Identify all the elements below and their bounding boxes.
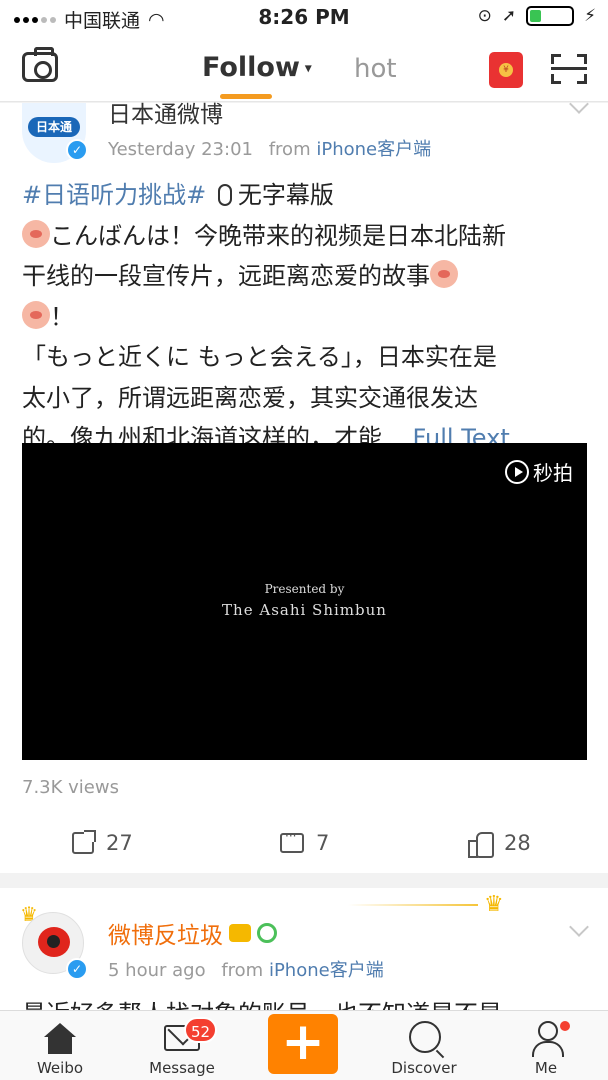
location-icon: ➚ [501, 6, 517, 26]
post-actions: 27 7 28 [0, 825, 608, 865]
video-caption-main: The Asahi Shimbun [222, 601, 387, 619]
emoji-icon [430, 260, 458, 288]
unread-badge: 52 [184, 1017, 218, 1043]
crown-icon: ♛ [484, 892, 504, 917]
tab-hot[interactable]: hot [354, 54, 397, 84]
notification-dot [560, 1021, 570, 1031]
video-player[interactable]: 秒拍 Presented by The Asahi Shimbun [22, 443, 587, 760]
post-card[interactable]: 日本通 ✓ 日本通微博 Yesterday 23:01 from iPhone客… [0, 94, 608, 873]
tab-label: Me [534, 1059, 558, 1077]
verified-badge-icon: ✓ [66, 139, 88, 161]
author-name-group[interactable]: 微博反垃圾 [108, 916, 277, 950]
tab-label: Weibo [36, 1059, 84, 1077]
camera-icon[interactable] [22, 47, 58, 82]
post-meta: Yesterday 23:01 from iPhone客户端 [108, 135, 431, 161]
tab-follow[interactable]: Follow ▾ [202, 52, 312, 83]
search-icon [409, 1021, 441, 1053]
caret-down-icon: ▾ [299, 60, 312, 77]
battery-icon [526, 6, 575, 26]
bottom-tab-bar: Weibo 52 Message + Discover Me [0, 1010, 608, 1080]
tab-discover[interactable]: Discover [374, 1011, 474, 1080]
microphone-icon [217, 184, 232, 206]
comment-count: 7 [316, 831, 330, 855]
weibo-eye-logo [38, 927, 70, 957]
miaopai-logo: 秒拍 [505, 457, 573, 486]
vip-decoration [348, 904, 478, 906]
thumbs-up-icon [468, 832, 494, 858]
post-time: 5 hour ago [108, 960, 206, 981]
video-caption-top: Presented by [264, 582, 345, 596]
post-time: Yesterday 23:01 [108, 139, 253, 160]
comment-icon [280, 829, 304, 853]
from-label: from [221, 960, 264, 981]
text-line: こんばんは！今晚带来的视频是日本北陆新 [50, 221, 506, 250]
repost-icon [72, 830, 96, 854]
green-check-badge-icon [257, 923, 277, 943]
repost-count: 27 [106, 831, 133, 855]
tab-label: Discover [391, 1059, 457, 1077]
active-tab-indicator [220, 94, 272, 99]
tab-label: Message [149, 1059, 215, 1077]
compose-button[interactable]: + [268, 1014, 338, 1074]
text-line: 干线的一段宣传片，远距离恋爱的故事 [22, 262, 430, 290]
text-line: ！ [50, 302, 74, 331]
chevron-down-icon[interactable] [569, 917, 589, 937]
scan-icon[interactable] [551, 54, 587, 84]
top-nav: Follow ▾ hot ¥ [0, 36, 608, 102]
verified-badge-icon: ✓ [66, 958, 88, 980]
text-line: 「もっと近くに もっと会える」，日本实在是 [22, 343, 497, 371]
charging-icon: ⚡ [584, 6, 596, 26]
play-icon [505, 459, 529, 484]
tab-me[interactable]: Me [496, 1011, 596, 1080]
status-bar: 中国联通 ◠ 8:26 PM ⊙ ➚ ⚡ [0, 0, 608, 36]
post-card[interactable]: ♛ ♛ ✓ 微博反垃圾 5 hour ago from iPhone客户端 最近… [0, 888, 608, 1010]
view-count: 7.3K views [22, 777, 119, 798]
author-name: 微博反垃圾 [108, 923, 223, 949]
like-button[interactable]: 28 [468, 831, 531, 858]
from-label: from [268, 139, 311, 160]
hashtag-link[interactable]: #日语听力挑战# [22, 181, 206, 209]
vip-crown-badge-icon [229, 924, 251, 942]
text-line: 太小了，所谓远距离恋爱，其实交通很发达 [22, 383, 478, 412]
post-meta: 5 hour ago from iPhone客户端 [108, 956, 384, 982]
video-brand: 秒拍 [533, 461, 573, 485]
post-source[interactable]: iPhone客户端 [269, 960, 384, 981]
home-icon [43, 1023, 77, 1055]
status-icons: ⊙ ➚ ⚡ [478, 6, 596, 26]
red-packet-icon[interactable]: ¥ [489, 52, 523, 88]
comment-button[interactable]: 7 [280, 829, 330, 855]
tab-follow-label: Follow [202, 52, 300, 83]
post-text: #日语听力挑战# 无字幕版 こんばんは！今晚带来的视频是日本北陆新 干线的一段宣… [22, 175, 588, 459]
user-icon [532, 1021, 564, 1057]
rotation-lock-icon: ⊙ [477, 6, 492, 26]
avatar-logo: 日本通 [28, 117, 80, 137]
post-text-preview: 最近好多帮人找对象的账号，也不知道是不是 [22, 994, 502, 1010]
emoji-icon [22, 300, 50, 329]
tab-message[interactable]: 52 Message [132, 1011, 232, 1080]
like-count: 28 [504, 831, 531, 855]
tab-weibo[interactable]: Weibo [10, 1011, 110, 1080]
post-source[interactable]: iPhone客户端 [316, 139, 431, 160]
text-line: 无字幕版 [237, 181, 334, 209]
repost-button[interactable]: 27 [72, 830, 133, 855]
emoji-icon [22, 219, 50, 248]
author-name[interactable]: 日本通微博 [108, 95, 223, 129]
